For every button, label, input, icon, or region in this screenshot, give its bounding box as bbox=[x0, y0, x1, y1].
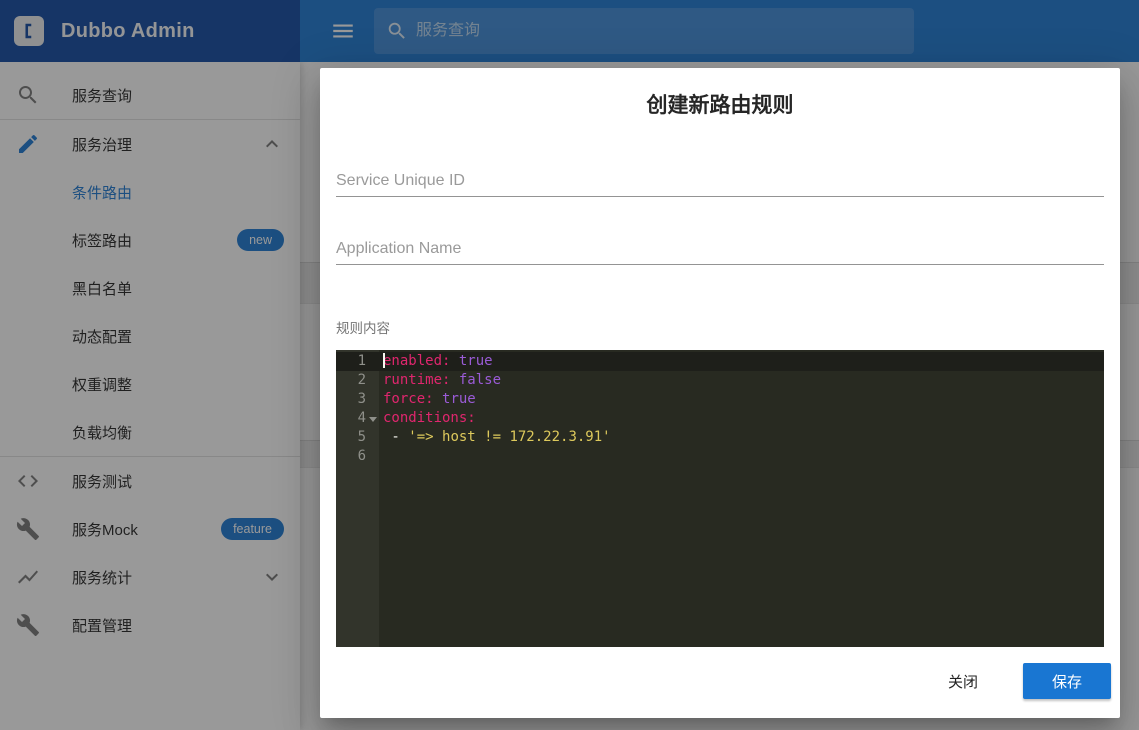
application-name-input[interactable] bbox=[336, 233, 1104, 265]
code-line: conditions: bbox=[379, 409, 1104, 428]
text-cursor bbox=[383, 353, 385, 368]
dubbo-admin-app: Dubbo Admin 服务查询 服务治理 bbox=[0, 0, 1139, 730]
editor-gutter: 1 2 3 4 5 6 bbox=[336, 350, 379, 647]
code-line bbox=[379, 447, 1104, 466]
fold-arrow-icon[interactable] bbox=[369, 417, 377, 422]
code-line: force: true bbox=[379, 390, 1104, 409]
save-button[interactable]: 保存 bbox=[1023, 663, 1111, 699]
code-line: enabled: true bbox=[379, 352, 1104, 371]
service-unique-id-input[interactable] bbox=[336, 165, 1104, 197]
line-number: 6 bbox=[336, 447, 379, 466]
yaml-code-editor[interactable]: 1 2 3 4 5 6 enabled: true runtime: false… bbox=[336, 350, 1104, 647]
dialog-footer: 关闭 保存 bbox=[320, 650, 1120, 718]
service-id-field-wrap bbox=[336, 165, 1104, 197]
line-number-foldable[interactable]: 4 bbox=[336, 409, 379, 428]
line-number: 1 bbox=[336, 352, 379, 371]
line-number: 5 bbox=[336, 428, 379, 447]
application-name-field-wrap bbox=[336, 233, 1104, 265]
code-line: runtime: false bbox=[379, 371, 1104, 390]
dialog-title: 创建新路由规则 bbox=[320, 68, 1120, 119]
editor-code-area[interactable]: enabled: true runtime: false force: true… bbox=[379, 350, 1104, 647]
close-button[interactable]: 关闭 bbox=[919, 663, 1007, 699]
create-route-rule-dialog: 创建新路由规则 规则内容 1 2 3 4 5 6 enabled: true r… bbox=[320, 68, 1120, 718]
line-number: 2 bbox=[336, 371, 379, 390]
line-number: 3 bbox=[336, 390, 379, 409]
rule-content-label: 规则内容 bbox=[336, 317, 390, 337]
code-line: - '=> host != 172.22.3.91' bbox=[379, 428, 1104, 447]
